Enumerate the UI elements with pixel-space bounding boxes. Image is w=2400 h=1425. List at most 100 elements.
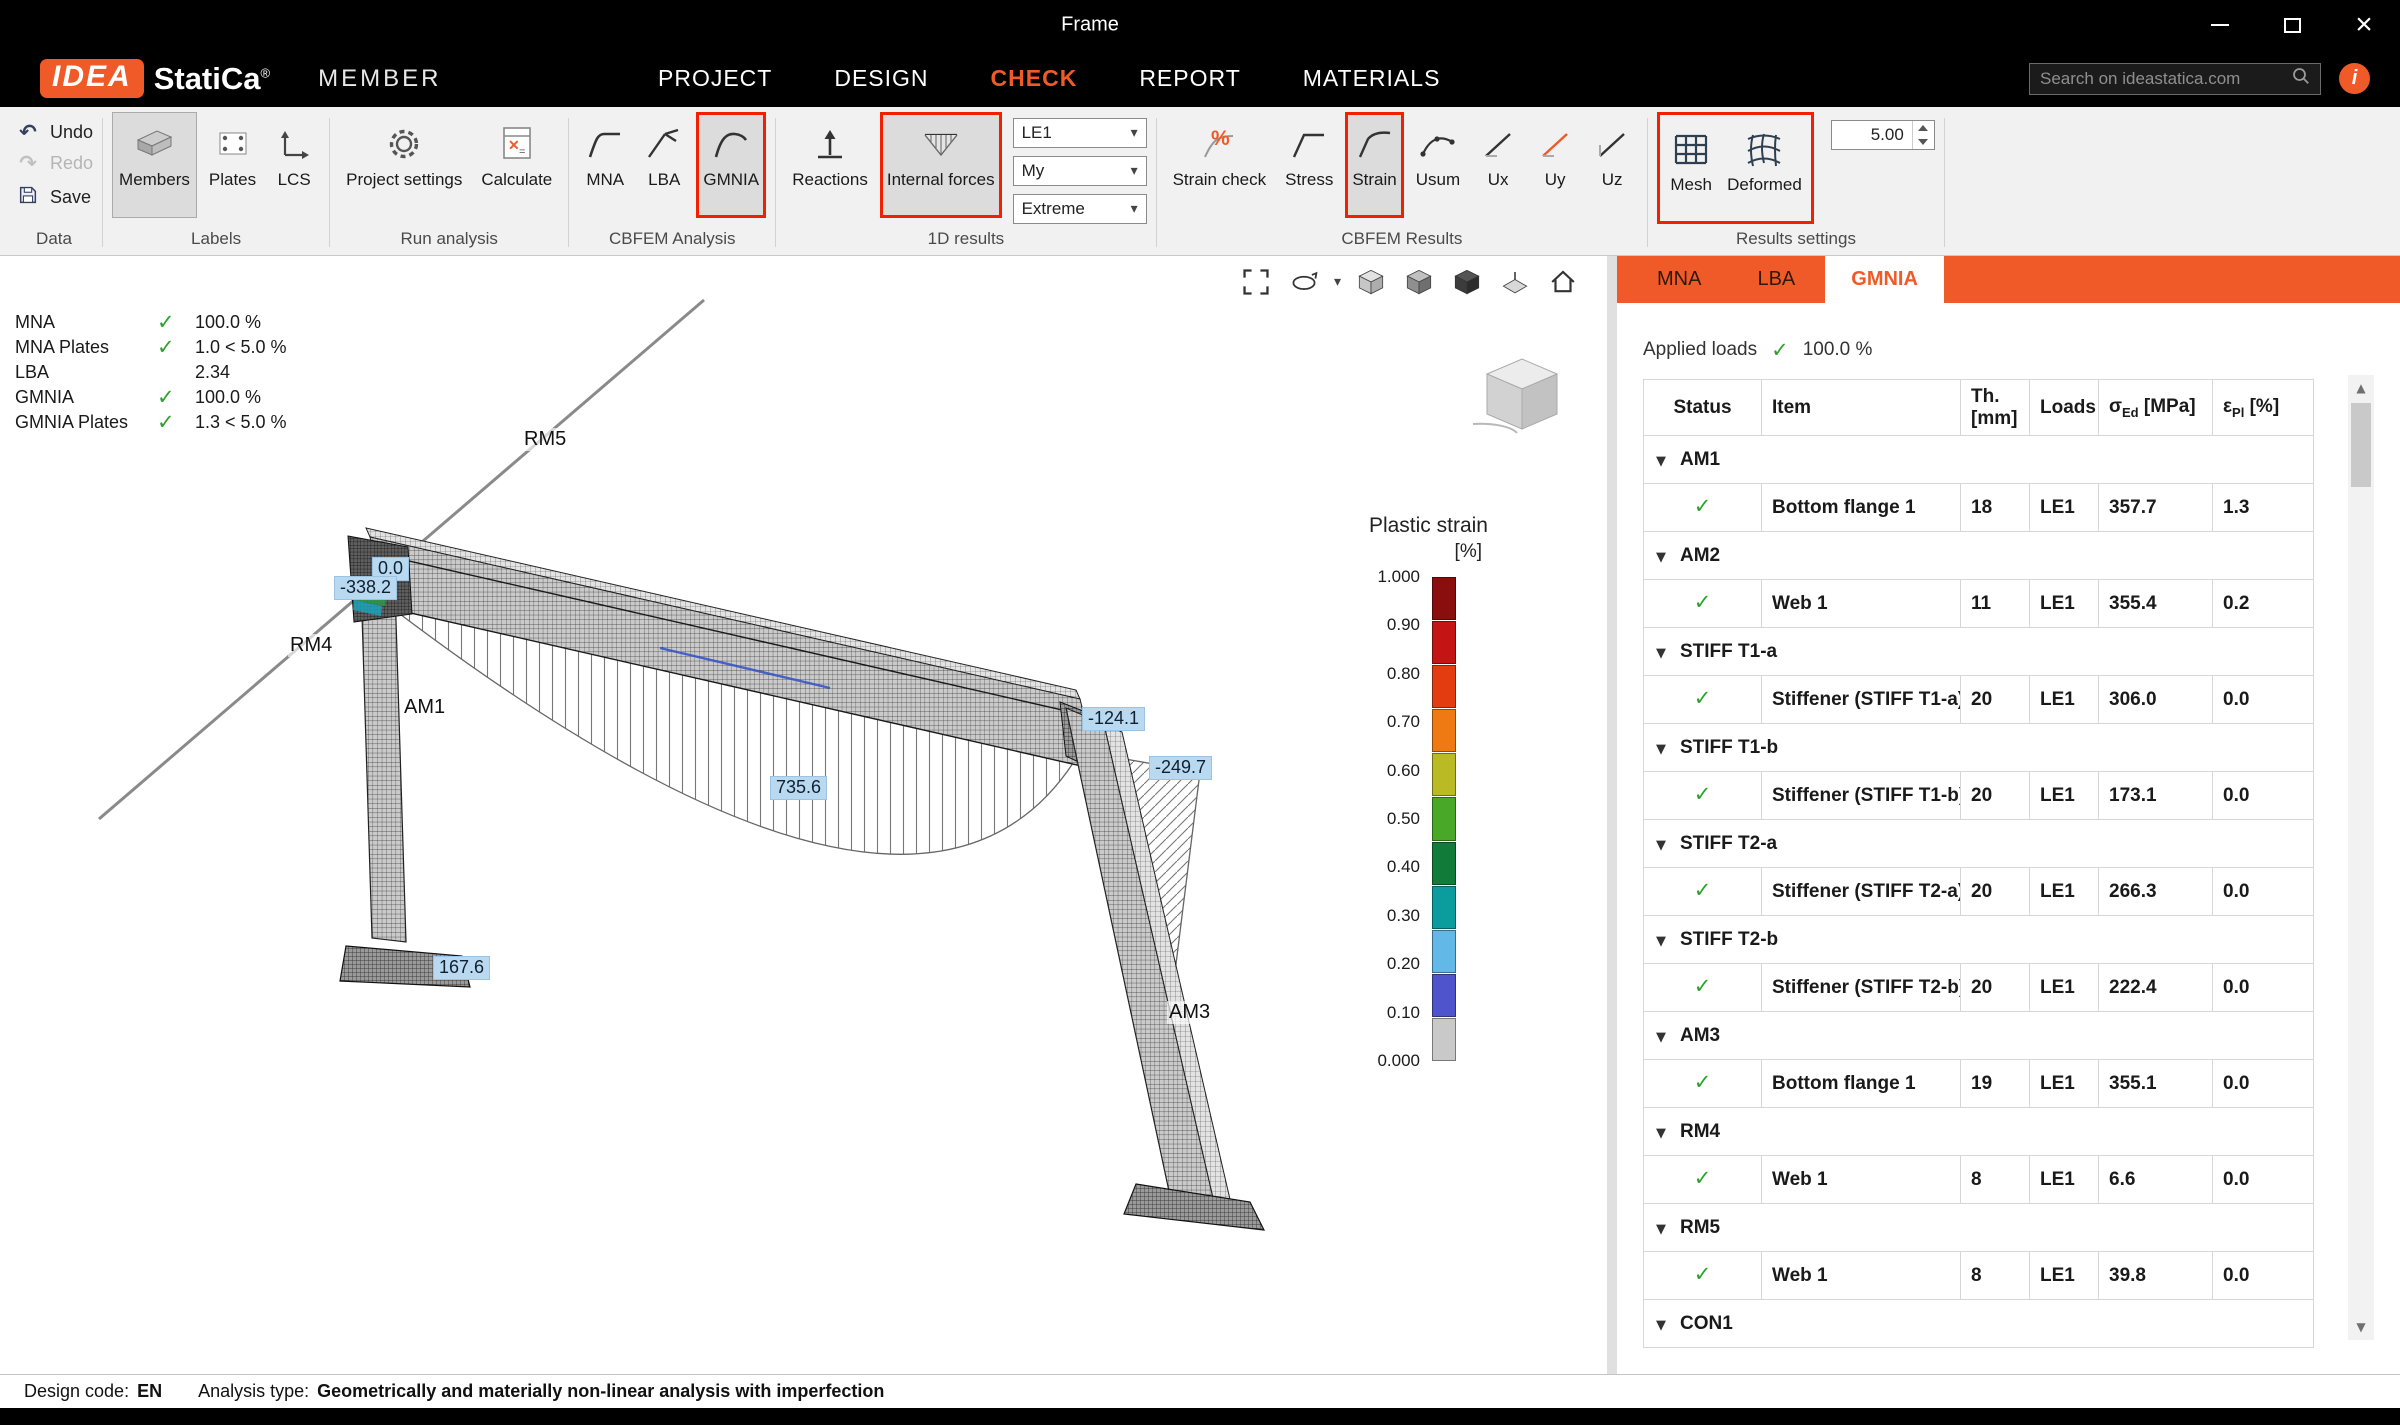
table-data-row[interactable]: ✓Stiffener (STIFF T2-b)20LE1222.40.0 — [1644, 964, 2314, 1012]
results-panel-tabs: MNA LBA GMNIA — [1617, 256, 2400, 303]
table-data-row[interactable]: ✓Web 111LE1355.40.2 — [1644, 580, 2314, 628]
applied-loads-label: Applied loads — [1643, 339, 1757, 361]
results-panel: MNA LBA GMNIA Applied loads ✓ 100.0 % St… — [1617, 256, 2400, 1374]
plates-button[interactable]: Plates — [202, 112, 263, 218]
zoom-extents-icon[interactable] — [1238, 264, 1274, 300]
table-group-row[interactable]: ▼STIFF T1-b — [1644, 724, 2314, 772]
search-icon[interactable] — [2292, 67, 2310, 90]
search-input[interactable] — [2040, 69, 2292, 89]
collapse-icon[interactable]: ▼ — [1656, 1030, 1666, 1045]
table-data-row[interactable]: ✓Web 18LE16.60.0 — [1644, 1156, 2314, 1204]
check-icon: ✓ — [1694, 590, 1712, 614]
legend-title: Plastic strain — [1342, 514, 1492, 538]
component-select[interactable]: My ▾ — [1013, 156, 1147, 186]
tab-check[interactable]: CHECK — [991, 65, 1078, 92]
table-group-row[interactable]: ▼STIFF T2-a — [1644, 820, 2314, 868]
strain-check-button[interactable]: % Strain check — [1166, 112, 1274, 218]
spinner-down-icon[interactable] — [1913, 135, 1934, 149]
tab-design[interactable]: DESIGN — [834, 65, 928, 92]
deformed-scale-input[interactable]: 5.00 — [1831, 120, 1935, 150]
members-button[interactable]: Members — [112, 112, 197, 218]
table-group-row[interactable]: ▼AM2 — [1644, 532, 2314, 580]
scrollbar-thumb[interactable] — [2351, 403, 2371, 487]
table-group-row[interactable]: ▼AM3 — [1644, 1012, 2314, 1060]
minimize-icon — [2211, 24, 2229, 26]
table-data-row[interactable]: ✓Stiffener (STIFF T2-a)20LE1266.30.0 — [1644, 868, 2314, 916]
maximize-button[interactable] — [2256, 0, 2328, 50]
collapse-icon[interactable]: ▼ — [1656, 646, 1666, 661]
collapse-icon[interactable]: ▼ — [1656, 742, 1666, 757]
ribbon-group-data: ↶ Undo ↷ Redo Save Data — [8, 112, 100, 255]
tab-materials[interactable]: MATERIALS — [1303, 65, 1441, 92]
collapse-icon[interactable]: ▼ — [1656, 550, 1666, 565]
gmnia-button[interactable]: GMNIA — [696, 112, 766, 218]
design-code-value: EN — [137, 1381, 162, 1402]
internal-forces-button[interactable]: Internal forces — [880, 112, 1002, 218]
panel-tab-gmnia[interactable]: GMNIA — [1825, 256, 1944, 303]
viewport-3d[interactable]: ▾ MNA✓100.0 %MNA Plates✓1.0 < 5.0 %LBA2.… — [0, 256, 1607, 1374]
view-cube-solid-icon[interactable] — [1449, 264, 1485, 300]
search-box[interactable] — [2029, 63, 2321, 95]
table-data-row[interactable]: ✓Bottom flange 119LE1355.10.0 — [1644, 1060, 2314, 1108]
stress-button[interactable]: Stress — [1278, 112, 1340, 218]
legend-tick-label: 0.30 — [1387, 906, 1420, 926]
panel-tab-mna[interactable]: MNA — [1631, 256, 1727, 303]
table-group-row[interactable]: ▼CON1 — [1644, 1300, 2314, 1348]
collapse-icon[interactable]: ▼ — [1656, 1222, 1666, 1237]
table-group-row[interactable]: ▼RM5 — [1644, 1204, 2314, 1252]
table-data-row[interactable]: ✓Stiffener (STIFF T1-a)20LE1306.00.0 — [1644, 676, 2314, 724]
collapse-icon[interactable]: ▼ — [1656, 1318, 1666, 1333]
load-case-select[interactable]: LE1 ▾ — [1013, 118, 1147, 148]
chevron-down-icon[interactable]: ▾ — [1334, 274, 1341, 290]
legend-color-block — [1432, 842, 1456, 885]
uy-button[interactable]: Uy — [1529, 112, 1581, 218]
tab-project[interactable]: PROJECT — [658, 65, 772, 92]
table-data-row[interactable]: ✓Stiffener (STIFF T1-b)20LE1173.10.0 — [1644, 772, 2314, 820]
reactions-button[interactable]: Reactions — [785, 112, 875, 218]
panel-scrollbar[interactable]: ▲ ▼ — [2348, 375, 2374, 1340]
table-group-row[interactable]: ▼AM1 — [1644, 436, 2314, 484]
uz-button[interactable]: Uz — [1586, 112, 1638, 218]
ribbon-group-cbfem-analysis: MNA LBA GMNIA CBFEM Analysis — [571, 112, 773, 255]
minimize-button[interactable] — [2184, 0, 2256, 50]
check-icon: ✓ — [157, 412, 195, 433]
panel-tab-lba[interactable]: LBA — [1731, 256, 1821, 303]
save-button[interactable]: Save — [15, 184, 93, 210]
mesh-button[interactable]: Mesh — [1662, 117, 1720, 219]
undo-button[interactable]: ↶ Undo — [15, 122, 93, 143]
table-group-row[interactable]: ▼STIFF T2-b — [1644, 916, 2314, 964]
spinner-up-icon[interactable] — [1913, 121, 1934, 135]
view-cube-front-icon[interactable] — [1353, 264, 1389, 300]
tab-report[interactable]: REPORT — [1139, 65, 1240, 92]
legend-tick-label: 0.40 — [1387, 857, 1420, 877]
lcs-button[interactable]: LCS — [268, 112, 320, 218]
view-cube-iso-icon[interactable] — [1401, 264, 1437, 300]
collapse-icon[interactable]: ▼ — [1656, 454, 1666, 469]
analysis-status-list: MNA✓100.0 %MNA Plates✓1.0 < 5.0 %LBA2.34… — [15, 310, 287, 435]
calculate-button[interactable]: ✕= Calculate — [474, 112, 559, 218]
working-plane-icon[interactable] — [1497, 264, 1533, 300]
navigation-cube[interactable] — [1465, 344, 1577, 449]
home-view-icon[interactable] — [1545, 264, 1581, 300]
lba-button[interactable]: LBA — [637, 112, 691, 218]
ux-button[interactable]: Ux — [1472, 112, 1524, 218]
statica-logo-text: StatiCa® — [154, 61, 270, 97]
table-group-row[interactable]: ▼STIFF T1-a — [1644, 628, 2314, 676]
scroll-down-icon[interactable]: ▼ — [2348, 1314, 2374, 1340]
strain-button[interactable]: Strain — [1345, 112, 1403, 218]
table-data-row[interactable]: ✓Web 18LE139.80.0 — [1644, 1252, 2314, 1300]
orbit-icon[interactable] — [1286, 264, 1322, 300]
project-settings-button[interactable]: Project settings — [339, 112, 469, 218]
deformed-button[interactable]: Deformed — [1720, 117, 1809, 219]
collapse-icon[interactable]: ▼ — [1656, 838, 1666, 853]
usum-button[interactable]: Usum — [1409, 112, 1467, 218]
scroll-up-icon[interactable]: ▲ — [2348, 375, 2374, 401]
table-data-row[interactable]: ✓Bottom flange 118LE1357.71.3 — [1644, 484, 2314, 532]
collapse-icon[interactable]: ▼ — [1656, 934, 1666, 949]
close-button[interactable]: × — [2328, 0, 2400, 50]
collapse-icon[interactable]: ▼ — [1656, 1126, 1666, 1141]
extreme-select[interactable]: Extreme ▾ — [1013, 194, 1147, 224]
info-button[interactable]: i — [2339, 63, 2370, 94]
table-group-row[interactable]: ▼RM4 — [1644, 1108, 2314, 1156]
mna-button[interactable]: MNA — [578, 112, 632, 218]
